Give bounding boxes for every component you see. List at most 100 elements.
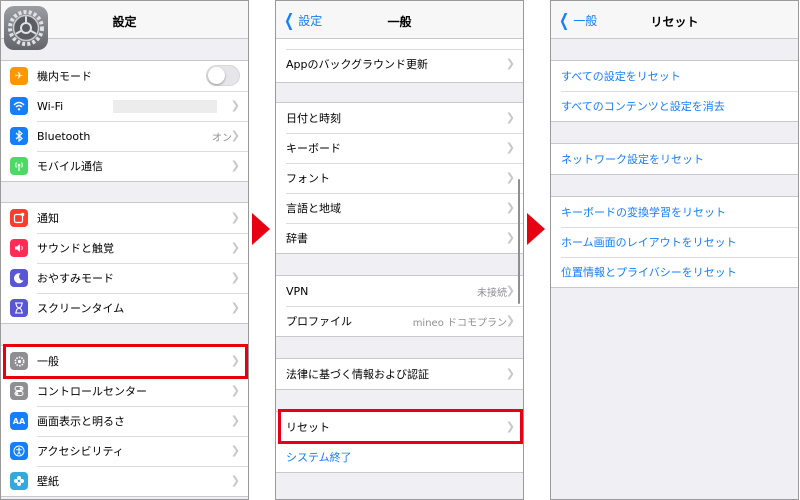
general-group-locale: 日付と時刻 ❯ キーボード ❯ フォント ❯ 言語と地域 ❯ 辞書 ❯	[276, 102, 523, 254]
page-title: 一般	[387, 15, 412, 29]
chevron-right-icon: ❯	[230, 414, 240, 427]
row-label: アクセシビリティ	[37, 445, 124, 458]
settings-row-wallpaper[interactable]: 壁紙 ❯	[1, 466, 248, 496]
settings-row-control-center[interactable]: コントロールセンター ❯	[1, 376, 248, 406]
chevron-right-icon: ❯	[230, 271, 240, 284]
chevron-right-icon: ❯	[230, 99, 240, 112]
sound-icon	[10, 239, 28, 257]
chevron-right-icon: ❯	[230, 474, 240, 487]
general-row-fonts[interactable]: フォント ❯	[276, 163, 523, 193]
settings-row-airplane-mode[interactable]: ✈ 機内モード	[1, 61, 248, 91]
control-center-icon	[10, 382, 28, 400]
row-label: キーボードの変換学習をリセット	[561, 206, 726, 219]
general-group-legal: 法律に基づく情報および認証 ❯	[276, 358, 523, 390]
general-row-dictionary[interactable]: 辞書 ❯	[276, 223, 523, 253]
row-label: 位置情報とプライバシーをリセット	[561, 266, 737, 279]
row-label: Bluetooth	[37, 129, 91, 143]
chevron-right-icon: ❯	[505, 141, 515, 154]
row-value: オン	[212, 132, 232, 144]
reset-group-network: ネットワーク設定をリセット	[551, 143, 798, 175]
row-label: すべてのコンテンツと設定を消去	[561, 100, 725, 113]
hourglass-icon	[10, 299, 28, 317]
row-label: プロファイル	[286, 315, 352, 328]
settings-screen: 設定 ✈ 機内モード Wi-Fi ❯ Bluetooth オン ❯ モバイル通信…	[0, 0, 249, 500]
chevron-right-icon: ❯	[230, 129, 240, 142]
general-row-background-refresh[interactable]: Appのバックグラウンド更新 ❯	[276, 49, 523, 79]
settings-row-wifi[interactable]: Wi-Fi ❯	[1, 91, 248, 121]
reset-row-erase-all[interactable]: すべてのコンテンツと設定を消去	[551, 91, 798, 121]
display-icon: AA	[10, 412, 28, 430]
bluetooth-icon	[10, 127, 28, 145]
general-row-keyboard[interactable]: キーボード ❯	[276, 133, 523, 163]
moon-icon	[10, 269, 28, 287]
chevron-right-icon: ❯	[505, 284, 515, 297]
general-row-shut-down[interactable]: システム終了	[276, 442, 523, 472]
row-label: 画面表示と明るさ	[37, 415, 125, 428]
row-label: サウンドと触覚	[37, 242, 114, 255]
highlight-reset	[278, 409, 523, 444]
settings-row-do-not-disturb[interactable]: おやすみモード ❯	[1, 263, 248, 293]
row-label: スクリーンタイム	[37, 302, 125, 315]
row-label: ホーム画面のレイアウトをリセット	[561, 236, 737, 249]
settings-row-cellular[interactable]: モバイル通信 ❯	[1, 151, 248, 181]
row-value: 未接続	[477, 287, 507, 299]
row-label: コントロールセンター	[37, 385, 147, 398]
wallpaper-icon	[10, 472, 28, 490]
reset-row-network[interactable]: ネットワーク設定をリセット	[551, 144, 798, 174]
row-label: すべての設定をリセット	[561, 70, 681, 83]
airplane-icon: ✈	[10, 67, 28, 85]
highlight-general	[3, 344, 248, 379]
reset-row-location-privacy[interactable]: 位置情報とプライバシーをリセット	[551, 257, 798, 287]
reset-group-misc: キーボードの変換学習をリセット ホーム画面のレイアウトをリセット 位置情報とプラ…	[551, 196, 798, 288]
chevron-right-icon: ❯	[505, 57, 515, 70]
general-row-legal[interactable]: 法律に基づく情報および認証 ❯	[276, 359, 523, 389]
general-row-language-region[interactable]: 言語と地域 ❯	[276, 193, 523, 223]
chevron-right-icon: ❯	[505, 111, 515, 124]
row-label: VPN	[286, 284, 309, 298]
cellular-icon	[10, 157, 28, 175]
general-row-profile[interactable]: プロファイル mineo ドコモプラン ❯	[276, 306, 523, 336]
navigation-bar: ❮ 設定 一般	[276, 1, 523, 39]
reset-group-settings: すべての設定をリセット すべてのコンテンツと設定を消去	[551, 60, 798, 122]
row-label: 通知	[37, 212, 59, 225]
chevron-right-icon: ❯	[230, 159, 240, 172]
wifi-icon	[10, 97, 28, 115]
row-label: 言語と地域	[286, 202, 341, 215]
navigation-bar: ❮ 一般 リセット	[551, 1, 798, 39]
chevron-right-icon: ❯	[230, 301, 240, 314]
row-value: mineo ドコモプラン	[412, 317, 507, 329]
general-screen: Appのバックグラウンド更新 ❯ ❮ 設定 一般 日付と時刻 ❯ キーボード ❯…	[275, 0, 524, 500]
row-label: キーボード	[286, 142, 341, 155]
scrollbar[interactable]	[518, 179, 520, 304]
chevron-right-icon: ❯	[505, 314, 515, 327]
chevron-right-icon: ❯	[230, 384, 240, 397]
general-group-vpn: VPN 未接続 ❯ プロファイル mineo ドコモプラン ❯	[276, 275, 523, 337]
settings-row-bluetooth[interactable]: Bluetooth オン ❯	[1, 121, 248, 151]
general-row-date-time[interactable]: 日付と時刻 ❯	[276, 103, 523, 133]
settings-row-accessibility[interactable]: アクセシビリティ ❯	[1, 436, 248, 466]
row-label: モバイル通信	[37, 160, 103, 173]
page-title: リセット	[650, 15, 699, 29]
reset-row-keyboard-dictionary[interactable]: キーボードの変換学習をリセット	[551, 197, 798, 227]
settings-row-display[interactable]: AA 画面表示と明るさ ❯	[1, 406, 248, 436]
accessibility-icon	[10, 442, 28, 460]
row-label: 日付と時刻	[286, 112, 341, 125]
settings-row-screen-time[interactable]: スクリーンタイム ❯	[1, 293, 248, 323]
chevron-right-icon: ❯	[505, 367, 515, 380]
reset-screen: ❮ 一般 リセット すべての設定をリセット すべてのコンテンツと設定を消去 ネッ…	[550, 0, 799, 500]
redacted-network-name	[113, 100, 217, 113]
notifications-icon	[10, 209, 28, 227]
reset-row-home-layout[interactable]: ホーム画面のレイアウトをリセット	[551, 227, 798, 257]
reset-row-all-settings[interactable]: すべての設定をリセット	[551, 61, 798, 91]
settings-row-sounds[interactable]: サウンドと触覚 ❯	[1, 233, 248, 263]
chevron-right-icon: ❯	[230, 241, 240, 254]
row-label: Appのバックグラウンド更新	[286, 58, 429, 71]
settings-group-notifications: 通知 ❯ サウンドと触覚 ❯ おやすみモード ❯ スクリーンタイム ❯	[1, 202, 248, 324]
general-row-vpn[interactable]: VPN 未接続 ❯	[276, 276, 523, 306]
settings-group-connectivity: ✈ 機内モード Wi-Fi ❯ Bluetooth オン ❯ モバイル通信 ❯	[1, 60, 248, 182]
airplane-mode-toggle[interactable]	[206, 65, 240, 86]
arrow-right-icon	[527, 213, 545, 245]
row-label: おやすみモード	[37, 272, 114, 285]
settings-row-notifications[interactable]: 通知 ❯	[1, 203, 248, 233]
chevron-right-icon: ❯	[505, 201, 515, 214]
